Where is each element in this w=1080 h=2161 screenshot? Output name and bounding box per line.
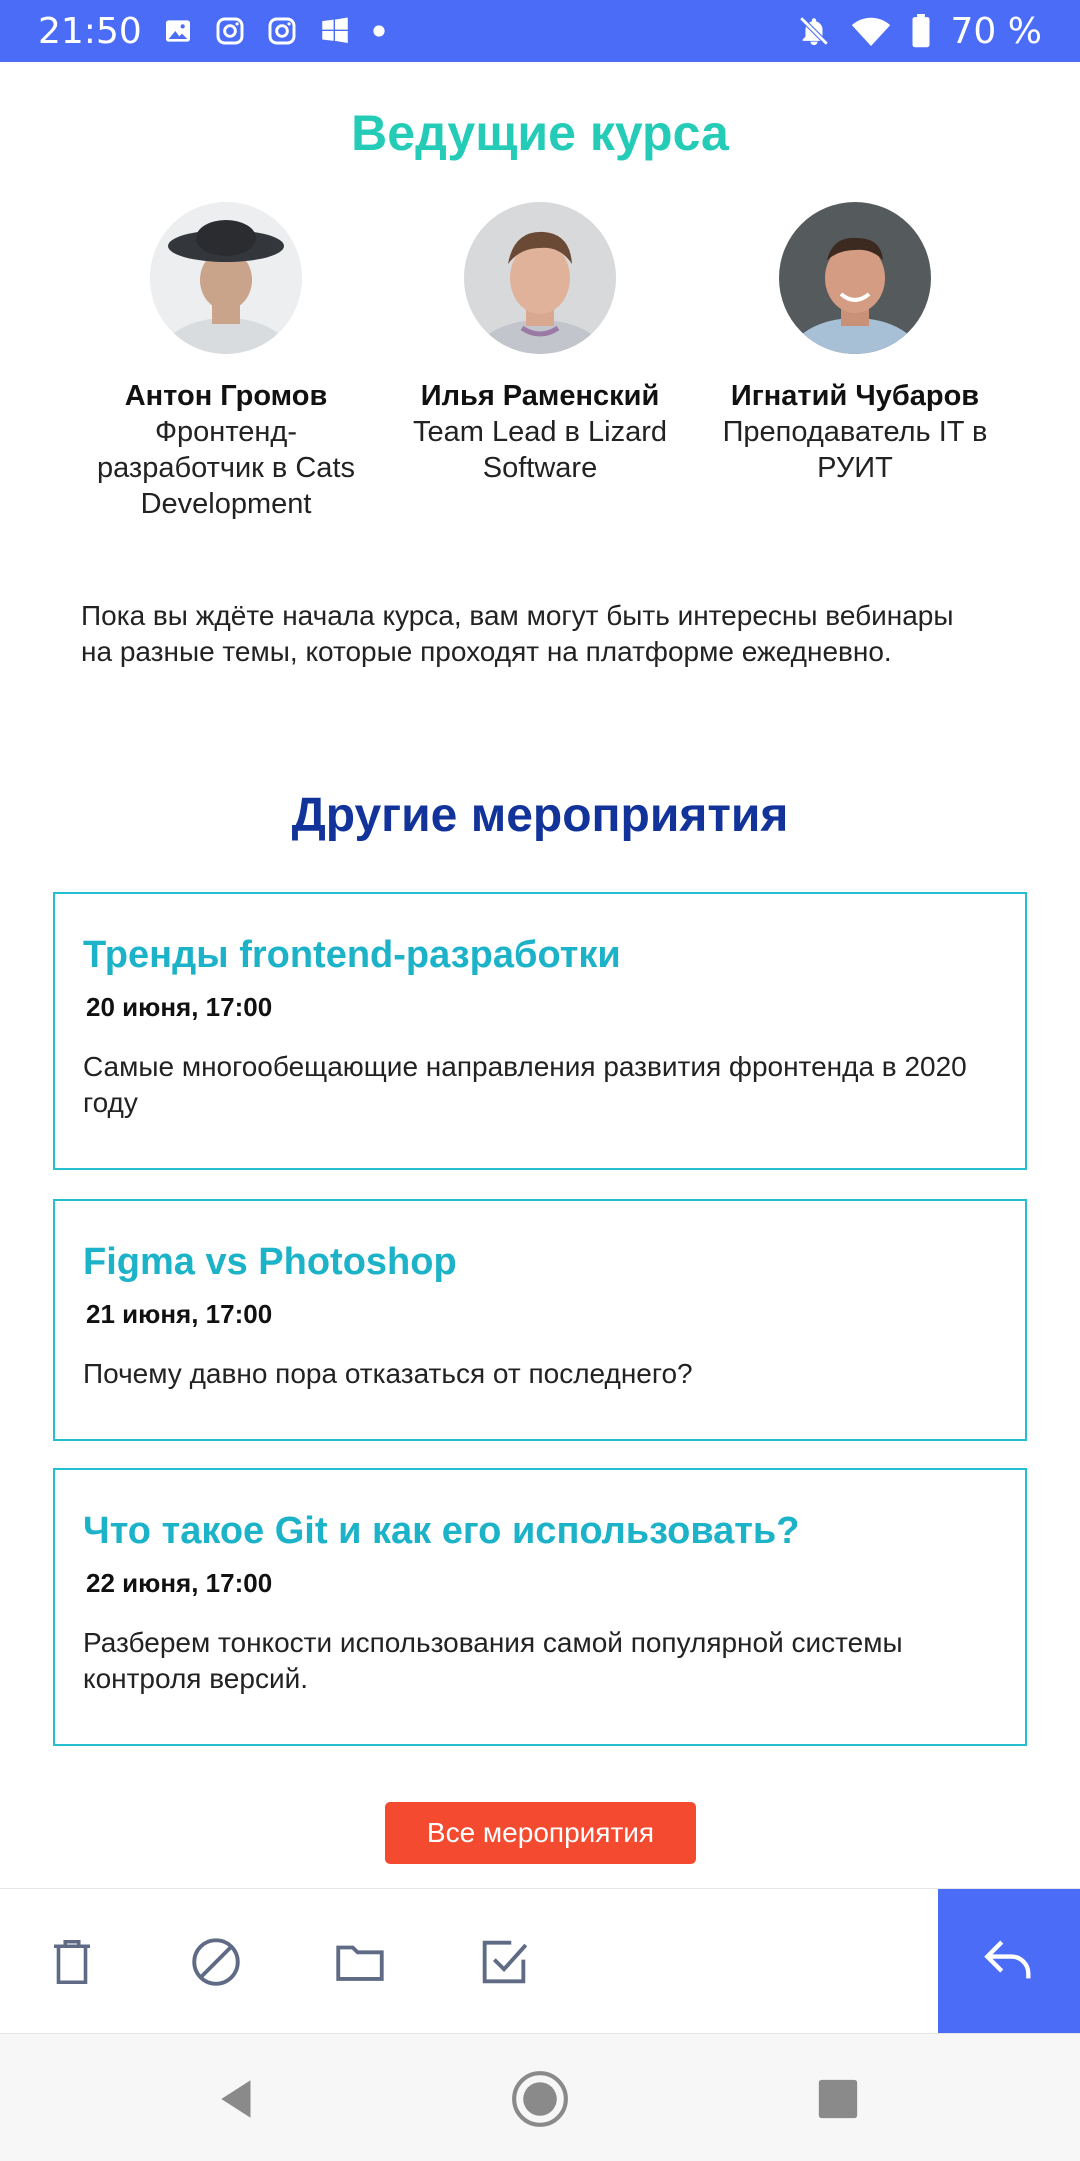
wifi-icon [851, 14, 891, 48]
windows-icon [318, 14, 352, 48]
event-date: 21 июня, 17:00 [86, 1299, 273, 1329]
instructors-title: Ведущие курса [351, 105, 729, 161]
event-card[interactable]: Тренды frontend-разработки 20 июня, 17:0… [53, 892, 1027, 1170]
intro-text: Пока вы ждёте начала курса, вам могут бы… [81, 600, 954, 667]
reply-button[interactable] [938, 1889, 1080, 2034]
avatar [464, 202, 616, 354]
events-title: Другие мероприятия [291, 789, 789, 842]
instructor-role: Фронтенд-разработчик в Cats Development [96, 416, 355, 520]
image-icon [162, 15, 194, 47]
block-icon[interactable] [181, 1927, 251, 1997]
event-date: 20 июня, 17:00 [86, 992, 273, 1022]
folder-icon[interactable] [325, 1927, 395, 1997]
event-card[interactable]: Что такое Git и как его использовать? 22… [53, 1468, 1027, 1746]
instagram-icon [266, 15, 298, 47]
event-description: Разберем тонкости использования самой по… [83, 1627, 903, 1694]
home-icon[interactable] [505, 2064, 575, 2134]
instagram-icon [214, 15, 246, 47]
battery-icon [911, 14, 931, 48]
event-description: Самые многообещающие направления развити… [83, 1051, 967, 1118]
event-title[interactable]: Что такое Git и как его использовать? [83, 1508, 997, 1554]
mail-toolbar [0, 1888, 1080, 2034]
back-icon[interactable] [203, 2064, 273, 2134]
avatar [779, 202, 931, 354]
battery-percent: 70 % [950, 10, 1042, 52]
instructor-name: Антон Громов [124, 380, 328, 412]
recents-icon[interactable] [803, 2064, 873, 2134]
system-nav-bar [0, 2033, 1080, 2161]
status-bar: 21:50 70 % [0, 0, 1080, 62]
instructor-name: Игнатий Чубаров [730, 380, 980, 412]
event-description: Почему давно пора отказаться от последне… [83, 1358, 693, 1389]
instructor-role: Преподаватель IT в РУИТ [722, 416, 988, 484]
avatar [150, 202, 302, 354]
dot-icon [372, 24, 386, 38]
email-content[interactable]: Ведущие курса Антон Громов Фронтенд-разр… [0, 62, 1080, 1888]
event-title[interactable]: Figma vs Photoshop [83, 1239, 997, 1285]
reply-icon [980, 1930, 1038, 1993]
instructor-card: Игнатий Чубаров Преподаватель IT в РУИТ [705, 202, 1005, 486]
event-card[interactable]: Figma vs Photoshop 21 июня, 17:00 Почему… [53, 1199, 1027, 1441]
instructor-name: Илья Раменский [420, 380, 660, 412]
instructor-role: Team Lead в Lizard Software [413, 416, 667, 484]
event-title[interactable]: Тренды frontend-разработки [83, 932, 997, 978]
all-events-button[interactable]: Все мероприятия [385, 1802, 696, 1864]
notifications-off-icon [797, 14, 831, 48]
mark-done-icon[interactable] [469, 1927, 539, 1997]
instructor-card: Антон Громов Фронтенд-разработчик в Cats… [76, 202, 376, 522]
status-time: 21:50 [38, 10, 142, 52]
status-right: 70 % [797, 11, 1042, 52]
event-date: 22 июня, 17:00 [86, 1568, 273, 1598]
trash-icon[interactable] [37, 1927, 107, 1997]
instructor-card: Илья Раменский Team Lead в Lizard Softwa… [390, 202, 690, 486]
status-left: 21:50 [38, 11, 386, 52]
